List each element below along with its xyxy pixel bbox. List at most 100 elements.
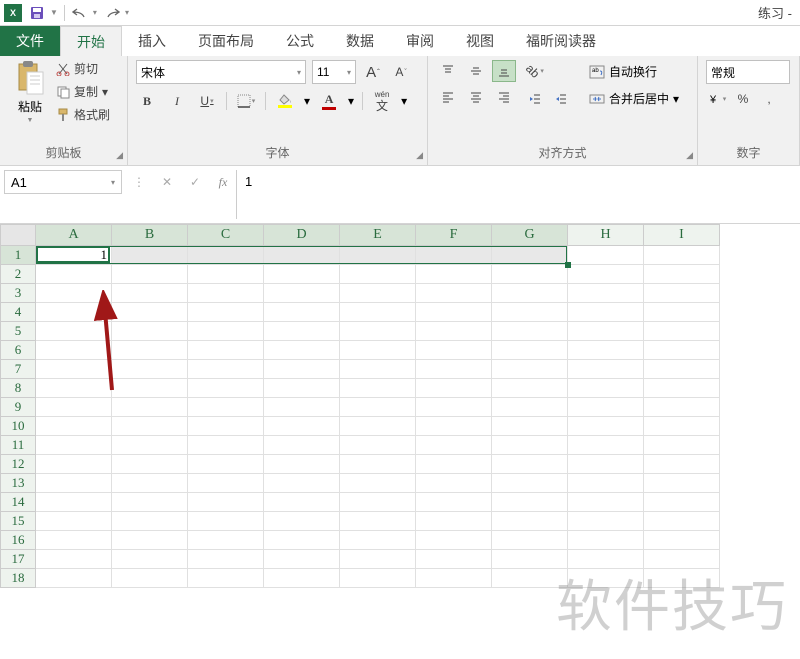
cell-A4[interactable] bbox=[36, 303, 112, 322]
cell-E1[interactable] bbox=[340, 246, 416, 265]
copy-button[interactable]: 复制 ▾ bbox=[56, 83, 110, 100]
cell-D17[interactable] bbox=[264, 550, 340, 569]
cell-F16[interactable] bbox=[416, 531, 492, 550]
row-header-11[interactable]: 11 bbox=[0, 436, 36, 455]
cell-G6[interactable] bbox=[492, 341, 568, 360]
cell-D18[interactable] bbox=[264, 569, 340, 588]
tab-view[interactable]: 视图 bbox=[450, 26, 510, 56]
cell-D15[interactable] bbox=[264, 512, 340, 531]
name-box[interactable]: A1 ▾ bbox=[4, 170, 122, 194]
cell-D16[interactable] bbox=[264, 531, 340, 550]
undo-dropdown-icon[interactable]: ▾ bbox=[93, 8, 97, 17]
cell-B8[interactable] bbox=[112, 379, 188, 398]
cell-I4[interactable] bbox=[644, 303, 720, 322]
row-header-12[interactable]: 12 bbox=[0, 455, 36, 474]
row-header-13[interactable]: 13 bbox=[0, 474, 36, 493]
row-header-2[interactable]: 2 bbox=[0, 265, 36, 284]
cell-A16[interactable] bbox=[36, 531, 112, 550]
cell-E11[interactable] bbox=[340, 436, 416, 455]
cell-D8[interactable] bbox=[264, 379, 340, 398]
align-center-icon[interactable] bbox=[464, 86, 488, 108]
cell-D11[interactable] bbox=[264, 436, 340, 455]
cell-E18[interactable] bbox=[340, 569, 416, 588]
cell-A9[interactable] bbox=[36, 398, 112, 417]
row-header-3[interactable]: 3 bbox=[0, 284, 36, 303]
cell-B3[interactable] bbox=[112, 284, 188, 303]
cell-C2[interactable] bbox=[188, 265, 264, 284]
cell-F6[interactable] bbox=[416, 341, 492, 360]
merge-center-button[interactable]: 合并后居中 ▾ bbox=[584, 87, 684, 110]
cell-C6[interactable] bbox=[188, 341, 264, 360]
cell-F18[interactable] bbox=[416, 569, 492, 588]
cell-I5[interactable] bbox=[644, 322, 720, 341]
cell-E15[interactable] bbox=[340, 512, 416, 531]
cell-I6[interactable] bbox=[644, 341, 720, 360]
cell-B5[interactable] bbox=[112, 322, 188, 341]
cell-B10[interactable] bbox=[112, 417, 188, 436]
column-header-B[interactable]: B bbox=[112, 224, 188, 246]
column-header-A[interactable]: A bbox=[36, 224, 112, 246]
cell-A2[interactable] bbox=[36, 265, 112, 284]
cell-C15[interactable] bbox=[188, 512, 264, 531]
cell-G10[interactable] bbox=[492, 417, 568, 436]
cell-F9[interactable] bbox=[416, 398, 492, 417]
cell-F5[interactable] bbox=[416, 322, 492, 341]
cell-B17[interactable] bbox=[112, 550, 188, 569]
tab-file[interactable]: 文件 bbox=[0, 26, 60, 56]
enter-formula-icon[interactable]: ✓ bbox=[182, 170, 208, 194]
format-painter-button[interactable]: 格式刷 bbox=[56, 106, 110, 123]
cell-G3[interactable] bbox=[492, 284, 568, 303]
cell-H7[interactable] bbox=[568, 360, 644, 379]
cell-G8[interactable] bbox=[492, 379, 568, 398]
cell-C13[interactable] bbox=[188, 474, 264, 493]
cell-B12[interactable] bbox=[112, 455, 188, 474]
cell-H14[interactable] bbox=[568, 493, 644, 512]
cell-G2[interactable] bbox=[492, 265, 568, 284]
align-right-icon[interactable] bbox=[492, 86, 516, 108]
column-header-D[interactable]: D bbox=[264, 224, 340, 246]
cell-B2[interactable] bbox=[112, 265, 188, 284]
cell-E7[interactable] bbox=[340, 360, 416, 379]
orientation-icon[interactable]: ab▾ bbox=[524, 60, 546, 82]
tab-insert[interactable]: 插入 bbox=[122, 26, 182, 56]
cell-G9[interactable] bbox=[492, 398, 568, 417]
cell-G5[interactable] bbox=[492, 322, 568, 341]
tab-home[interactable]: 开始 bbox=[60, 26, 122, 56]
cell-A6[interactable] bbox=[36, 341, 112, 360]
cell-A15[interactable] bbox=[36, 512, 112, 531]
cut-button[interactable]: 剪切 bbox=[56, 60, 110, 77]
cell-H15[interactable] bbox=[568, 512, 644, 531]
align-bottom-icon[interactable] bbox=[492, 60, 516, 82]
tab-formulas[interactable]: 公式 bbox=[270, 26, 330, 56]
accounting-format-icon[interactable]: ¥▾ bbox=[706, 88, 728, 110]
formula-input[interactable]: 1 bbox=[236, 170, 800, 219]
cell-C9[interactable] bbox=[188, 398, 264, 417]
italic-button[interactable]: I bbox=[166, 90, 188, 112]
insert-function-icon[interactable]: fx bbox=[210, 170, 236, 194]
cell-F15[interactable] bbox=[416, 512, 492, 531]
qat-dropdown-icon[interactable]: ▼ bbox=[50, 8, 58, 17]
cell-E12[interactable] bbox=[340, 455, 416, 474]
cell-D9[interactable] bbox=[264, 398, 340, 417]
cell-H1[interactable] bbox=[568, 246, 644, 265]
cell-C17[interactable] bbox=[188, 550, 264, 569]
cell-F8[interactable] bbox=[416, 379, 492, 398]
cell-B14[interactable] bbox=[112, 493, 188, 512]
cell-I1[interactable] bbox=[644, 246, 720, 265]
cell-I2[interactable] bbox=[644, 265, 720, 284]
phonetic-dropdown[interactable]: ▾ bbox=[401, 94, 407, 108]
cell-G1[interactable] bbox=[492, 246, 568, 265]
cell-B9[interactable] bbox=[112, 398, 188, 417]
cell-H9[interactable] bbox=[568, 398, 644, 417]
cell-F1[interactable] bbox=[416, 246, 492, 265]
row-header-10[interactable]: 10 bbox=[0, 417, 36, 436]
cell-G16[interactable] bbox=[492, 531, 568, 550]
cell-H3[interactable] bbox=[568, 284, 644, 303]
cell-I7[interactable] bbox=[644, 360, 720, 379]
row-header-16[interactable]: 16 bbox=[0, 531, 36, 550]
cell-E16[interactable] bbox=[340, 531, 416, 550]
cell-F3[interactable] bbox=[416, 284, 492, 303]
cell-H10[interactable] bbox=[568, 417, 644, 436]
tab-data[interactable]: 数据 bbox=[330, 26, 390, 56]
cell-H11[interactable] bbox=[568, 436, 644, 455]
